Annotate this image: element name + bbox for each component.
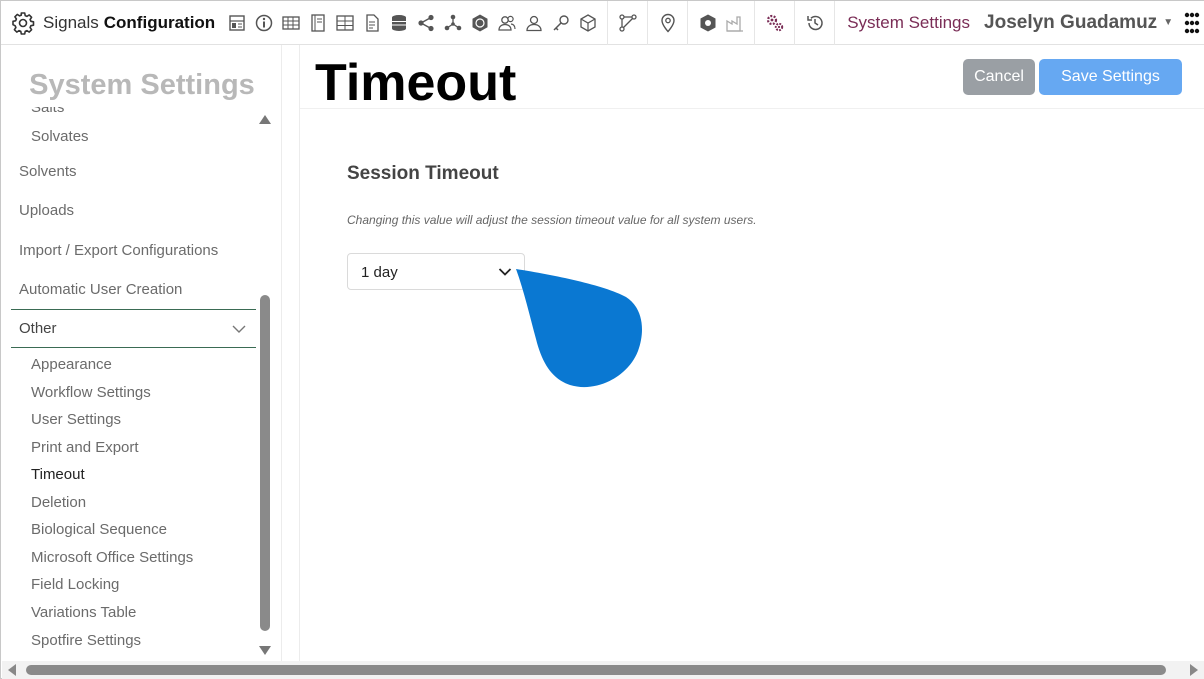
grid-icon[interactable] xyxy=(331,1,358,45)
sidebar-item-automatic-user-creation[interactable]: Automatic User Creation xyxy=(19,281,182,298)
sidebar-item-uploads[interactable]: Uploads xyxy=(19,202,74,219)
top-toolbar: Signals Configuration System Settings Jo… xyxy=(1,0,1204,45)
network-icon[interactable] xyxy=(439,1,466,45)
table-icon[interactable] xyxy=(277,1,304,45)
sidebar-item-spotfire-settings[interactable]: Spotfire Settings xyxy=(31,632,141,649)
session-timeout-select[interactable]: 1 day xyxy=(347,253,525,290)
shield-box-icon[interactable] xyxy=(694,1,721,45)
timeout-hint: Changing this value will adjust the sess… xyxy=(347,213,757,227)
dashboard-icon[interactable] xyxy=(223,1,250,45)
toolbar-separator xyxy=(794,0,796,45)
toolbar-separator xyxy=(834,0,836,45)
session-timeout-value: 1 day xyxy=(361,264,398,281)
sidebar-item-print-and-export[interactable]: Print and Export xyxy=(31,439,139,456)
sidebar-item-workflow-settings[interactable]: Workflow Settings xyxy=(31,384,151,401)
content-header: Timeout Cancel Save Settings xyxy=(300,45,1204,112)
scroll-down-arrow-icon[interactable] xyxy=(259,646,271,655)
document-icon[interactable] xyxy=(358,1,385,45)
workflow-icon[interactable] xyxy=(614,1,641,45)
database-icon[interactable] xyxy=(385,1,412,45)
toolbar-separator xyxy=(607,0,609,45)
hexagon-badge-icon[interactable] xyxy=(466,1,493,45)
factory-icon[interactable] xyxy=(721,1,748,45)
user-menu[interactable]: Joselyn Guadamuz ▼ xyxy=(984,12,1173,34)
info-icon[interactable] xyxy=(250,1,277,45)
app-launcher-icon[interactable] xyxy=(1179,1,1204,45)
cancel-button[interactable]: Cancel xyxy=(963,59,1035,95)
settings-sidebar: System Settings Salts Solvates Solvents … xyxy=(2,45,282,661)
tool-icon-group xyxy=(223,0,841,45)
sidebar-item-solvates[interactable]: Solvates xyxy=(31,128,89,145)
users-icon[interactable] xyxy=(493,1,520,45)
caret-down-icon: ▼ xyxy=(1163,17,1174,28)
chevron-down-icon xyxy=(232,325,246,333)
sidebar-item-timeout[interactable]: Timeout xyxy=(31,466,85,483)
sidebar-item-variations-table[interactable]: Variations Table xyxy=(31,604,136,621)
toolbar-separator xyxy=(754,0,756,45)
horizontal-scroll-thumb[interactable] xyxy=(26,665,1166,675)
page-title: Timeout xyxy=(315,54,517,112)
key-icon[interactable] xyxy=(547,1,574,45)
cube-icon[interactable] xyxy=(574,1,601,45)
sidebar-scrollbar[interactable] xyxy=(258,115,272,655)
sidebar-item-deletion[interactable]: Deletion xyxy=(31,494,86,511)
section-title: Session Timeout xyxy=(347,163,499,184)
save-settings-button[interactable]: Save Settings xyxy=(1039,59,1182,95)
history-icon[interactable] xyxy=(801,1,828,45)
scroll-up-arrow-icon[interactable] xyxy=(259,115,271,124)
window: Signals Configuration System Settings Jo… xyxy=(0,0,1204,679)
user-icon[interactable] xyxy=(520,1,547,45)
sidebar-item-appearance[interactable]: Appearance xyxy=(31,356,112,373)
notebook-icon[interactable] xyxy=(304,1,331,45)
sidebar-item-import-export[interactable]: Import / Export Configurations xyxy=(19,242,218,259)
sidebar-group-other[interactable]: Other xyxy=(11,309,256,348)
scroll-left-arrow-icon[interactable] xyxy=(8,664,16,676)
sidebar-group-label: Other xyxy=(19,320,57,337)
scroll-right-arrow-icon[interactable] xyxy=(1190,664,1198,676)
chevron-down-icon xyxy=(498,268,512,276)
main-content: Timeout Cancel Save Settings Session Tim… xyxy=(299,45,1204,661)
location-pin-icon[interactable] xyxy=(654,1,681,45)
sidebar-scroll-thumb[interactable] xyxy=(260,295,270,631)
sidebar-title: System Settings xyxy=(29,69,255,101)
app-title: Configuration xyxy=(103,12,216,32)
sidebar-item-biological-sequence[interactable]: Biological Sequence xyxy=(31,521,167,538)
system-settings-link[interactable]: System Settings xyxy=(847,13,970,33)
sidebar-item-microsoft-office-settings[interactable]: Microsoft Office Settings xyxy=(31,549,193,566)
toolbar-separator xyxy=(687,0,689,45)
sidebar-item-field-locking[interactable]: Field Locking xyxy=(31,576,119,593)
app-brand[interactable]: Signals Configuration xyxy=(1,1,223,45)
sidebar-item-user-settings[interactable]: User Settings xyxy=(31,411,121,428)
gears-icon[interactable] xyxy=(761,1,788,45)
gear-icon xyxy=(12,11,35,35)
horizontal-scrollbar[interactable] xyxy=(2,661,1204,679)
app-title-prefix: Signals xyxy=(43,12,99,32)
pointer-highlight-blob xyxy=(516,269,642,388)
sidebar-item-solvents[interactable]: Solvents xyxy=(19,163,77,180)
share-icon[interactable] xyxy=(412,1,439,45)
toolbar-separator xyxy=(647,0,649,45)
user-name: Joselyn Guadamuz xyxy=(984,11,1158,33)
